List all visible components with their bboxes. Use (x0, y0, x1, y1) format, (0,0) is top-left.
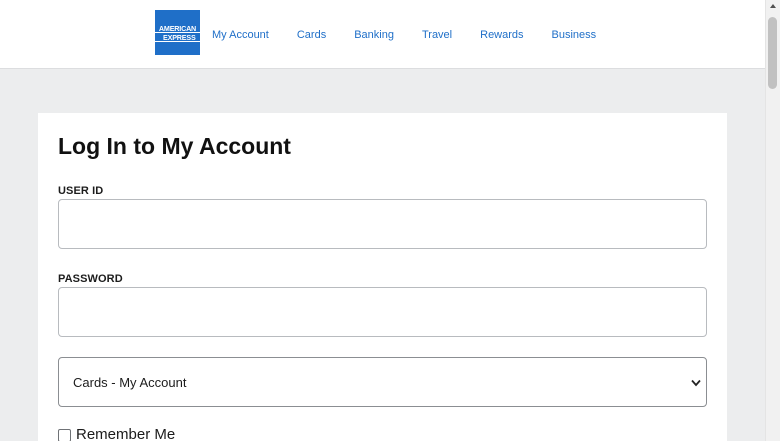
nav-banking[interactable]: Banking (354, 29, 394, 41)
logo-divider (155, 41, 200, 42)
nav-business[interactable]: Business (552, 29, 597, 41)
site-header: AMERICAN EXPRESS My Account Cards Bankin… (0, 0, 765, 69)
chevron-down-icon (691, 379, 701, 387)
password-label: PASSWORD (58, 273, 123, 285)
account-type-select[interactable]: Cards - My Account (58, 357, 707, 407)
user-id-label: USER ID (58, 185, 104, 197)
scrollbar-thumb[interactable] (768, 17, 777, 89)
page-viewport: AMERICAN EXPRESS My Account Cards Bankin… (0, 0, 765, 441)
nav-cards[interactable]: Cards (297, 29, 326, 41)
main-nav: My Account Cards Banking Travel Rewards … (212, 29, 624, 41)
nav-my-account[interactable]: My Account (212, 29, 269, 41)
password-input[interactable] (58, 287, 707, 337)
page-title: Log In to My Account (58, 133, 291, 159)
login-card: Log In to My Account USER ID PASSWORD Ca… (38, 113, 727, 441)
page-scrollbar[interactable] (765, 0, 780, 441)
nav-rewards[interactable]: Rewards (480, 29, 523, 41)
nav-travel[interactable]: Travel (422, 29, 452, 41)
logo-text-american: AMERICAN (158, 24, 197, 33)
account-type-value: Cards - My Account (73, 375, 187, 390)
amex-logo[interactable]: AMERICAN EXPRESS (155, 10, 200, 55)
scroll-up-arrow-icon[interactable] (770, 4, 776, 8)
remember-me-checkbox[interactable] (58, 428, 71, 441)
remember-me-row: Remember Me (58, 427, 175, 441)
user-id-input[interactable] (58, 199, 707, 249)
remember-me-label[interactable]: Remember Me (76, 427, 175, 441)
